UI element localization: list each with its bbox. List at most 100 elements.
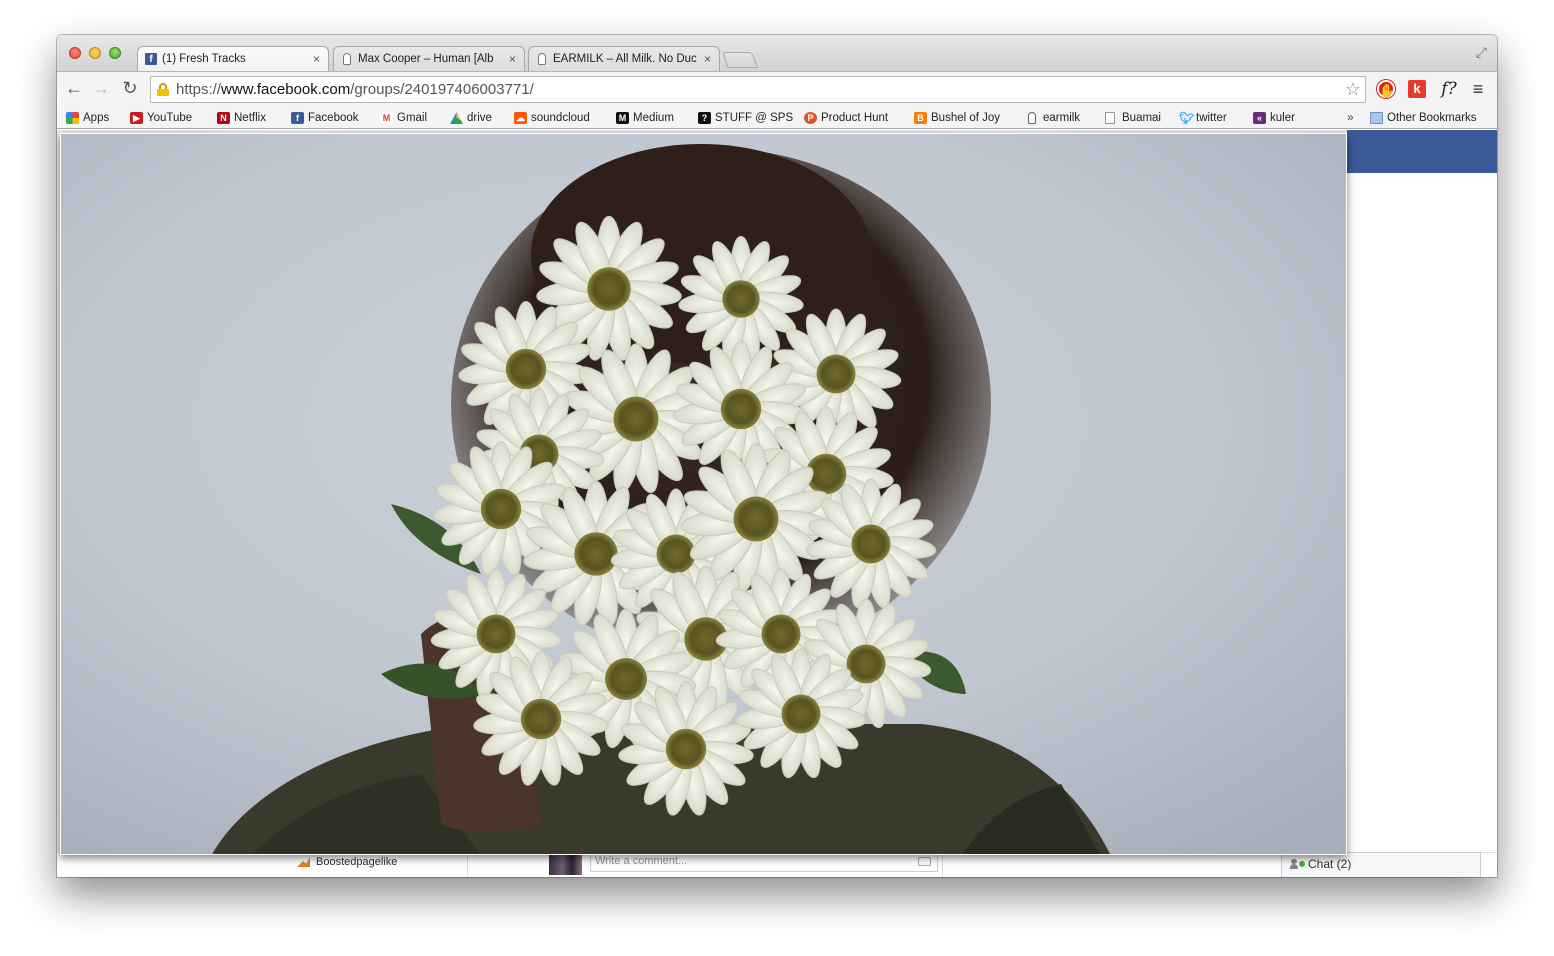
bookmark-medium[interactable]: M Medium [616, 110, 674, 126]
browser-window: f (1) Fresh Tracks × Max Cooper – Human … [57, 35, 1497, 877]
window-close-button[interactable] [69, 47, 81, 59]
online-status-dot [1299, 861, 1305, 867]
bookmark-earmilk[interactable]: earmilk [1026, 110, 1080, 126]
folder-icon [1370, 112, 1383, 124]
photo-viewer-image[interactable] [60, 133, 1347, 855]
bookmark-youtube[interactable]: ▶ YouTube [130, 110, 192, 126]
tab-title: (1) Fresh Tracks [162, 53, 246, 65]
bookmark-apps[interactable]: Apps [66, 110, 109, 126]
boosted-page-like-link[interactable]: Boostedpagelike [297, 856, 397, 868]
adblock-icon[interactable]: ✋ [1377, 80, 1395, 98]
comment-placeholder: Write a comment... [595, 855, 688, 867]
tab-max-cooper[interactable]: Max Cooper – Human [Alb × [333, 46, 525, 71]
k-extension-icon[interactable]: k [1408, 80, 1426, 98]
stuff-icon: ? [698, 112, 711, 124]
chat-tab[interactable]: Chat (2) [1281, 852, 1481, 877]
reload-icon[interactable]: ↻ [119, 78, 141, 99]
flower-portrait-photo [61, 134, 1346, 854]
url-path: /groups/240197406003771/ [350, 81, 534, 98]
bookmark-star-icon[interactable]: ☆ [1345, 77, 1361, 102]
apps-grid-icon [66, 112, 79, 124]
menu-icon[interactable]: ≡ [1469, 80, 1487, 98]
bookmark-label: Product Hunt [821, 112, 889, 124]
bookmark-label: earmilk [1043, 112, 1081, 124]
lock-icon [157, 83, 169, 96]
tab-close-icon[interactable]: × [704, 47, 711, 71]
bookmark-label: Gmail [397, 112, 428, 124]
bookmark-drive[interactable]: drive [450, 110, 492, 126]
tab-title: EARMILK – All Milk. No Duc [553, 53, 697, 65]
new-tab-button[interactable] [722, 52, 758, 68]
bookmarks-overflow-chevron-icon[interactable]: » [1347, 110, 1354, 124]
facebook-blue-bar [1347, 130, 1497, 173]
window-minimize-button[interactable] [89, 47, 101, 59]
bookmark-label: twitter [1196, 112, 1227, 124]
netflix-icon: N [217, 112, 230, 124]
tab-fresh-tracks[interactable]: f (1) Fresh Tracks × [137, 46, 329, 71]
tab-close-icon[interactable]: × [313, 47, 320, 71]
person-icon [1290, 859, 1298, 869]
fullscreen-icon[interactable]: ⤢ [1476, 44, 1487, 61]
bookmark-label: YouTube [147, 112, 193, 124]
divider [467, 852, 468, 877]
tab-close-icon[interactable]: × [509, 47, 516, 71]
tab-title: Max Cooper – Human [Alb [358, 53, 494, 65]
bookmark-other-bookmarks[interactable]: Other Bookmarks [1370, 110, 1476, 126]
bookmarks-bar: Apps ▶ YouTube N Netflix f Facebook M Gm… [57, 107, 1497, 129]
facebook-page: Boostedpagelike Write a comment... Chat … [57, 130, 1497, 877]
bookmark-netflix[interactable]: N Netflix [217, 110, 266, 126]
bookmark-product-hunt[interactable]: P Product Hunt [804, 110, 888, 126]
bookmark-bushel-of-joy[interactable]: B Bushel of Joy [914, 110, 1000, 126]
address-bar[interactable]: https://www.facebook.com/groups/24019740… [150, 76, 1366, 103]
bookmark-label: Apps [83, 112, 110, 124]
window-zoom-button[interactable] [109, 47, 121, 59]
medium-icon: M [616, 112, 629, 124]
earmilk-icon [538, 53, 546, 65]
avatar[interactable] [549, 855, 582, 875]
bookmark-label: drive [467, 112, 492, 124]
bookmark-gmail[interactable]: M Gmail [380, 110, 427, 126]
bookmark-label: Medium [633, 112, 674, 124]
twitter-icon: 🐦︎ [1179, 111, 1195, 125]
facebook-icon: f [145, 53, 157, 65]
browser-toolbar: ← → ↻ https://www.facebook.com/groups/24… [57, 71, 1497, 107]
bookmark-label: Netflix [234, 112, 266, 124]
comment-input[interactable]: Write a comment... [590, 852, 938, 872]
boost-chart-icon [297, 857, 310, 867]
bookmark-soundcloud[interactable]: ☁ soundcloud [514, 110, 590, 126]
earmilk-icon [1028, 112, 1036, 124]
bookmark-label: Buamai [1122, 112, 1161, 124]
camera-icon[interactable] [918, 857, 931, 866]
url-domain: www.facebook.com [221, 81, 351, 98]
bookmark-stuff-sps[interactable]: ? STUFF @ SPS [698, 110, 793, 126]
bookmark-facebook[interactable]: f Facebook [291, 110, 359, 126]
youtube-icon: ▶ [130, 112, 143, 124]
facebook-right-column [1347, 173, 1497, 877]
facebook-icon: f [291, 112, 304, 124]
blogger-icon: B [914, 112, 927, 124]
whatfont-icon[interactable]: f? [1437, 80, 1461, 98]
boosted-label: Boostedpagelike [316, 856, 398, 868]
url-scheme: https:// [176, 81, 222, 98]
tab-earmilk[interactable]: EARMILK – All Milk. No Duc × [528, 46, 720, 71]
divider [942, 852, 943, 877]
gmail-icon: M [380, 112, 393, 124]
back-arrow-icon[interactable]: ← [63, 78, 85, 99]
chat-label: Chat (2) [1308, 857, 1352, 871]
tab-strip: f (1) Fresh Tracks × Max Cooper – Human … [57, 35, 1497, 71]
product-hunt-icon: P [804, 112, 817, 124]
page-icon [1105, 112, 1115, 124]
forward-arrow-icon[interactable]: → [90, 78, 112, 99]
bookmark-label: Facebook [308, 112, 359, 124]
drive-icon [450, 112, 463, 124]
kuler-icon: « [1253, 112, 1266, 124]
bookmark-kuler[interactable]: « kuler [1253, 110, 1295, 126]
earmilk-icon [343, 53, 351, 65]
bookmark-twitter[interactable]: 🐦︎ twitter [1179, 110, 1227, 126]
soundcloud-icon: ☁ [514, 112, 527, 124]
bookmark-label: Other Bookmarks [1387, 112, 1477, 124]
bookmark-buamai[interactable]: Buamai [1105, 110, 1161, 126]
bookmark-label: soundcloud [531, 112, 590, 124]
bookmark-label: STUFF @ SPS [715, 112, 794, 124]
bookmark-label: Bushel of Joy [931, 112, 1001, 124]
